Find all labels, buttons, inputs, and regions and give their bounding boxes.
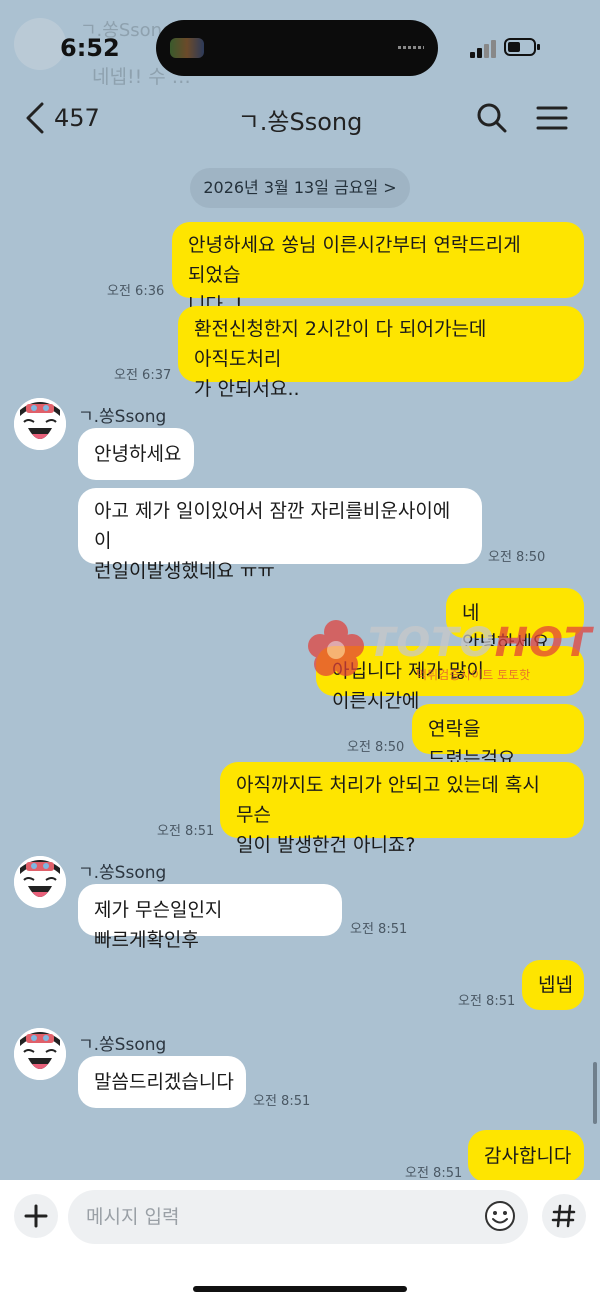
their-message-bubble[interactable]: 말씀드리겠습니다 <box>78 1056 246 1108</box>
message-time: 오전 6:37 <box>114 368 172 383</box>
smiley-icon <box>485 1201 515 1231</box>
message-line: 런일이발생했네요 ㅠㅠ <box>94 560 275 582</box>
sender-name: ㄱ.쏭Ssong <box>78 863 167 883</box>
avatar[interactable] <box>14 856 66 908</box>
media-thumbnail-icon <box>170 38 204 58</box>
hashtag-button[interactable] <box>542 1194 586 1238</box>
message-time: 오전 8:51 <box>253 1094 311 1109</box>
sender-name: ㄱ.쏭Ssong <box>78 1035 167 1055</box>
my-message-bubble[interactable]: 넵넵 <box>522 960 584 1010</box>
avatar-cartoon-icon <box>14 1028 66 1080</box>
home-indicator[interactable] <box>193 1286 407 1292</box>
my-message-bubble[interactable]: 안녕하세요 쏭님 이른시간부터 연락드리게 되었습 니다..! <box>172 222 584 316</box>
message-input[interactable] <box>68 1190 528 1244</box>
sender-name: ㄱ.쏭Ssong <box>78 407 167 427</box>
avatar[interactable] <box>14 1028 66 1080</box>
scrollbar[interactable] <box>593 1062 597 1124</box>
their-message-bubble[interactable]: 안녕하세요 <box>78 428 194 480</box>
message-time: 오전 8:51 <box>405 1166 463 1181</box>
my-message-bubble[interactable]: 아직까지도 처리가 안되고 있는데 혹시 무슨 일이 발생한건 아니죠? <box>220 762 584 856</box>
attach-button[interactable] <box>14 1194 58 1238</box>
my-message-bubble[interactable]: 연락을 드렸는걸요 <box>412 704 584 770</box>
status-bar: ㄱ.쏭Ssong 네넵!! 수 … 6:52 <box>0 0 600 90</box>
hamburger-menu-icon <box>536 106 568 130</box>
avatar-cartoon-icon <box>14 398 66 450</box>
avatar-cartoon-icon <box>14 856 66 908</box>
back-button[interactable]: 457 <box>20 98 120 138</box>
avatar[interactable] <box>14 398 66 450</box>
search-icon <box>477 103 507 133</box>
message-line: 환전신청한지 2시간이 다 되어가는데 아직도처리 <box>194 318 487 370</box>
message-line: 감사합니다 <box>484 1145 572 1167</box>
waveform-icon <box>398 46 424 49</box>
banner-avatar <box>14 18 66 70</box>
message-line: 제가 무슨일인지 빠르게확인후 <box>94 899 223 951</box>
message-line: 안녕하세요 쏭님 이른시간부터 연락드리게 되었습 <box>188 234 521 286</box>
message-time: 오전 8:50 <box>488 550 546 565</box>
search-button[interactable] <box>474 100 510 136</box>
message-time: 오전 8:51 <box>350 922 408 937</box>
message-line: 안녕하세요 <box>94 443 182 465</box>
their-message-bubble[interactable]: 제가 무슨일인지 빠르게확인후 <box>78 884 342 951</box>
menu-button[interactable] <box>534 100 570 136</box>
message-line: 아고 제가 일이있어서 잠깐 자리를비운사이에 이 <box>94 500 451 552</box>
chevron-left-icon <box>26 102 44 134</box>
message-line: 넵넵 <box>538 974 573 996</box>
chat-title: ㄱ.쏭Ssong <box>237 108 363 136</box>
message-line: 말씀드리겠습니다 <box>94 1071 234 1093</box>
chat-header: 457 ㄱ.쏭Ssong <box>0 88 600 148</box>
emoji-button[interactable] <box>482 1198 518 1234</box>
message-time: 오전 8:51 <box>157 824 215 839</box>
plus-icon <box>24 1204 48 1228</box>
message-line: 일이 발생한건 아니죠? <box>236 834 416 856</box>
my-message-bubble[interactable]: 감사합니다 <box>468 1130 584 1182</box>
message-time: 오전 8:50 <box>347 740 405 755</box>
message-time: 오전 8:51 <box>458 994 516 1009</box>
hash-icon <box>551 1204 576 1228</box>
signal-icon <box>470 40 496 58</box>
message-time: 오전 6:36 <box>107 284 165 299</box>
my-message-bubble[interactable]: 아닙니다 제가 많이 이른시간에 <box>316 646 584 712</box>
date-divider[interactable]: 2026년 3월 13일 금요일 > <box>190 168 410 208</box>
their-message-bubble[interactable]: 아고 제가 일이있어서 잠깐 자리를비운사이에 이 런일이발생했네요 ㅠㅠ <box>78 488 482 582</box>
unread-count: 457 <box>54 104 100 132</box>
dynamic-island <box>156 20 438 76</box>
status-time: 6:52 <box>60 34 120 62</box>
my-message-bubble[interactable]: 네 안녕하세요 <box>446 588 584 654</box>
message-line: 아직까지도 처리가 안되고 있는데 혹시 무슨 <box>236 774 540 826</box>
message-line: 가 안되서요.. <box>194 378 300 400</box>
battery-icon <box>504 38 540 56</box>
my-message-bubble[interactable]: 환전신청한지 2시간이 다 되어가는데 아직도처리 가 안되서요.. <box>178 306 584 400</box>
